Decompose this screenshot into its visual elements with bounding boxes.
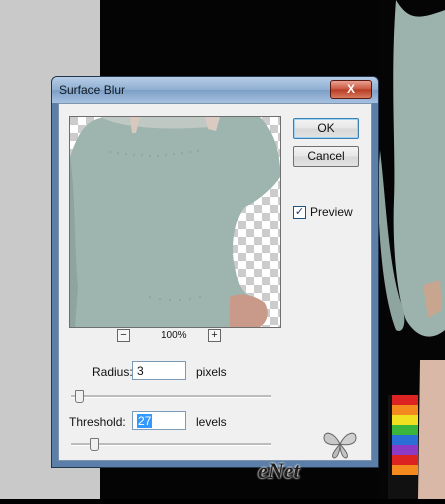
ok-button[interactable]: OK	[293, 118, 359, 139]
zoom-level: 100%	[161, 330, 187, 341]
radius-input[interactable]: 3	[132, 361, 186, 380]
threshold-label: Threshold:	[69, 415, 126, 429]
checkmark-icon: ✓	[294, 206, 305, 218]
minus-icon: −	[120, 329, 127, 341]
dialog-title: Surface Blur	[59, 83, 126, 97]
radius-unit: pixels	[196, 365, 227, 379]
close-icon: X	[346, 82, 355, 96]
surface-blur-dialog: Surface Blur X − 100% + OK Cancel ✓ Prev…	[51, 76, 379, 468]
background-photo	[378, 0, 445, 499]
radius-slider-track[interactable]	[71, 395, 271, 398]
plus-icon: +	[211, 329, 218, 341]
radius-label: Radius:	[92, 365, 133, 379]
dialog-body: − 100% + OK Cancel ✓ Preview Radius: 3 p…	[58, 103, 372, 461]
zoom-in-button[interactable]: +	[208, 329, 221, 342]
radius-value: 3	[137, 364, 144, 378]
threshold-unit: levels	[196, 415, 227, 429]
butterfly-icon	[323, 432, 357, 459]
preview-checkbox[interactable]: ✓	[293, 206, 306, 219]
threshold-slider-track[interactable]	[71, 443, 271, 446]
threshold-input[interactable]: 27	[132, 411, 186, 430]
preview-label: Preview	[310, 205, 353, 219]
preview-image[interactable]	[69, 116, 281, 328]
close-button[interactable]: X	[330, 80, 372, 99]
cancel-button[interactable]: Cancel	[293, 146, 359, 167]
radius-slider-thumb[interactable]	[75, 390, 84, 403]
threshold-slider-thumb[interactable]	[90, 438, 99, 451]
watermark-text: eNet	[258, 458, 300, 483]
zoom-out-button[interactable]: −	[117, 329, 130, 342]
title-bar[interactable]: Surface Blur X	[52, 77, 378, 103]
threshold-value: 27	[137, 414, 153, 428]
